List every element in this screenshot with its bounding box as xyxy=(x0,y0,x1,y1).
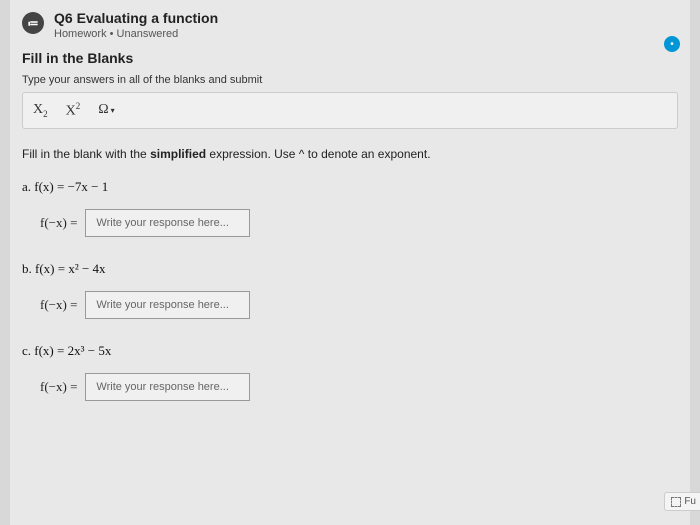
instruction-text: Fill in the blank with the simplified ex… xyxy=(22,147,678,161)
section-subtitle: Type your answers in all of the blanks a… xyxy=(22,74,678,86)
problem-c-answer-row: f(−x) = xyxy=(40,373,678,401)
chevron-down-icon: ▾ xyxy=(111,106,115,115)
problem-c-lhs: f(−x) = xyxy=(40,379,77,395)
problem-b-lhs: f(−x) = xyxy=(40,297,77,313)
problem-c-label: c. f(x) = 2x³ − 5x xyxy=(22,343,678,359)
problem-a-lhs: f(−x) = xyxy=(40,215,77,231)
problem-a-answer-row: f(−x) = xyxy=(40,209,678,237)
problem-b-input[interactable] xyxy=(85,291,250,319)
problem-a-input[interactable] xyxy=(85,209,250,237)
question-type-icon: ≔ xyxy=(22,12,44,34)
info-dot-icon[interactable]: • xyxy=(664,36,680,52)
subscript-button[interactable]: X2 xyxy=(33,102,48,119)
question-page: • ≔ Q6 Evaluating a function Homework • … xyxy=(10,0,690,525)
problem-c-input[interactable] xyxy=(85,373,250,401)
fullscreen-label: Fu xyxy=(684,496,696,507)
problem-a-label: a. f(x) = −7x − 1 xyxy=(22,179,678,195)
problem-b-answer-row: f(−x) = xyxy=(40,291,678,319)
question-title: Q6 Evaluating a function xyxy=(54,10,218,26)
symbol-picker-button[interactable]: Ω ▾ xyxy=(98,102,114,118)
section-title: Fill in the Blanks xyxy=(22,50,678,66)
question-header: ≔ Q6 Evaluating a function Homework • Un… xyxy=(22,10,678,40)
math-toolbar: X2 X2 Ω ▾ xyxy=(22,92,678,129)
question-subtitle: Homework • Unanswered xyxy=(54,28,218,40)
fullscreen-badge[interactable]: Fu xyxy=(664,492,700,511)
problem-b-label: b. f(x) = x² − 4x xyxy=(22,261,678,277)
expand-icon xyxy=(671,497,681,507)
question-header-text: Q6 Evaluating a function Homework • Unan… xyxy=(54,10,218,40)
superscript-button[interactable]: X2 xyxy=(66,101,81,120)
